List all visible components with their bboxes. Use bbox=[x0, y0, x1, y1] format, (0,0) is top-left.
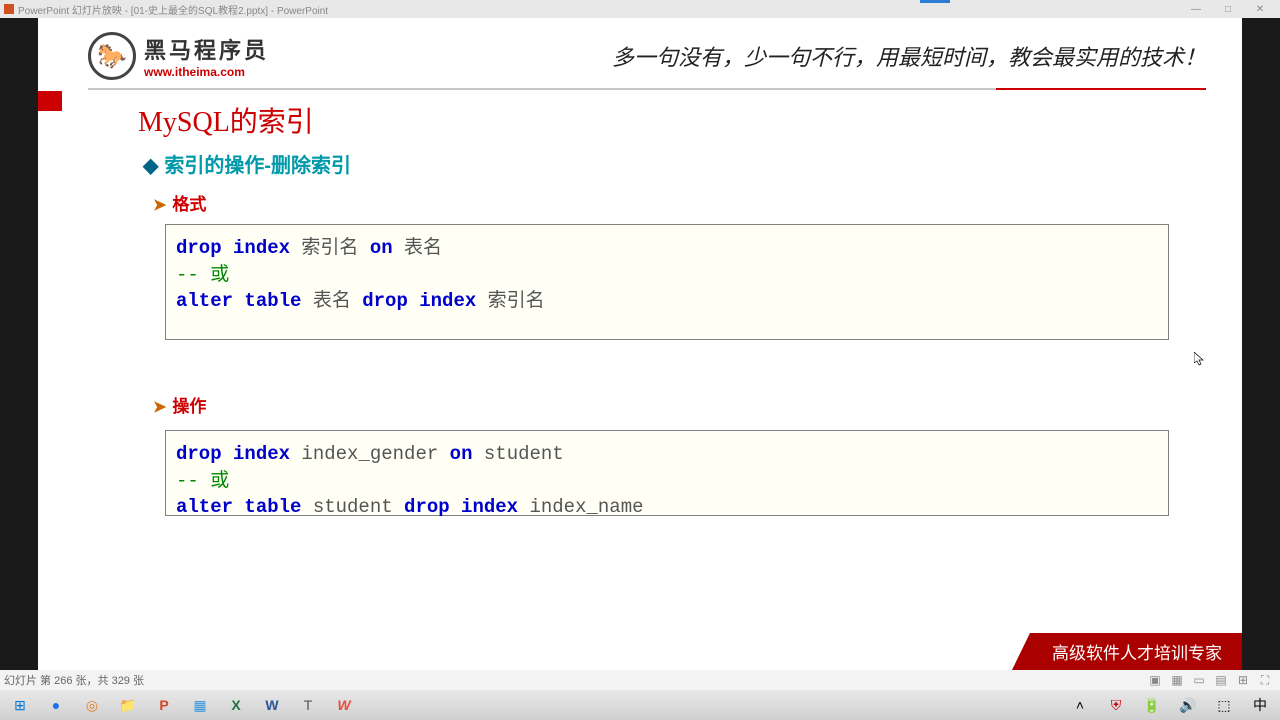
explorer-icon[interactable]: 📁 bbox=[110, 692, 146, 718]
code-block-1: drop index 索引名 on 表名 -- 或 alter table 表名… bbox=[165, 224, 1169, 340]
chrome-icon[interactable]: ● bbox=[38, 692, 74, 718]
wps-icon[interactable]: W bbox=[326, 692, 362, 718]
taskbar[interactable]: ⊞ ● ◎ 📁 P ▦ X W T W ˄ ⛨ 🔋 🔊 ⬚ 中 bbox=[0, 690, 1280, 720]
header-underline bbox=[996, 88, 1206, 90]
slide-counter: 幻灯片 第 266 张，共 329 张 bbox=[4, 672, 144, 688]
calc-icon[interactable]: ▦ bbox=[182, 692, 218, 718]
browser-icon[interactable]: ◎ bbox=[74, 692, 110, 718]
tray-ime-icon[interactable]: 中 bbox=[1242, 692, 1278, 718]
tray-shield-icon[interactable]: ⛨ bbox=[1098, 692, 1134, 718]
tray-volume-icon[interactable]: 🔊 bbox=[1170, 692, 1206, 718]
view-sorter-button[interactable]: ▦ bbox=[1166, 673, 1188, 687]
tray-battery-icon[interactable]: 🔋 bbox=[1134, 692, 1170, 718]
slide-canvas: 🐎 黑马程序员 www.itheima.com 多一句没有，少一句不行，用最短时… bbox=[38, 18, 1242, 670]
section-2-label: ➤ 操作 bbox=[153, 392, 206, 417]
slogan-text: 多一句没有，少一句不行，用最短时间，教会最实用的技术！ bbox=[612, 40, 1206, 72]
section-1-text: 格式 bbox=[172, 195, 206, 214]
code-block-2: drop index index_gender on student -- 或 … bbox=[165, 430, 1169, 516]
excel-icon[interactable]: X bbox=[218, 692, 254, 718]
slide-title: MySQL的索引 bbox=[138, 100, 314, 140]
code-line: drop index 索引名 on 表名 bbox=[176, 235, 1158, 262]
code-line: -- 或 bbox=[176, 468, 1158, 495]
slide-decor-tab bbox=[38, 91, 62, 111]
diamond-icon: ◆ bbox=[143, 155, 158, 177]
header-row: 🐎 黑马程序员 www.itheima.com 多一句没有，少一句不行，用最短时… bbox=[88, 32, 1206, 90]
maximize-button[interactable]: □ bbox=[1212, 4, 1244, 15]
chevron-icon: ➤ bbox=[153, 399, 166, 416]
text-icon[interactable]: T bbox=[290, 692, 326, 718]
view-slideshow-button[interactable]: ▤ bbox=[1210, 673, 1232, 687]
tray-up-icon[interactable]: ˄ bbox=[1062, 692, 1098, 718]
view-normal-button[interactable]: ▣ bbox=[1144, 673, 1166, 687]
code-line: alter table student drop index index_nam… bbox=[176, 494, 1158, 521]
footer-banner: 高级软件人才培训专家 bbox=[1012, 633, 1242, 670]
slide-subtitle: ◆ 索引的操作-删除索引 bbox=[143, 149, 351, 178]
close-button[interactable]: ✕ bbox=[1244, 4, 1276, 15]
section-1-label: ➤ 格式 bbox=[153, 190, 206, 215]
start-button[interactable]: ⊞ bbox=[2, 692, 38, 718]
subtitle-text: 索引的操作-删除索引 bbox=[164, 155, 351, 177]
title-accent bbox=[920, 0, 950, 3]
code-line: alter table 表名 drop index 索引名 bbox=[176, 288, 1158, 315]
logo-text-cn: 黑马程序员 bbox=[144, 33, 269, 65]
chevron-icon: ➤ bbox=[153, 197, 166, 214]
view-notes-button[interactable]: ⊞ bbox=[1232, 673, 1254, 687]
tray-network-icon[interactable]: ⬚ bbox=[1206, 692, 1242, 718]
app-icon bbox=[4, 4, 14, 14]
section-2-text: 操作 bbox=[172, 397, 206, 416]
status-bar: 幻灯片 第 266 张，共 329 张 ▣ ▦ ▭ ▤ ⊞ ⛶ bbox=[0, 670, 1280, 690]
powerpoint-icon[interactable]: P bbox=[146, 692, 182, 718]
window-titlebar: PowerPoint 幻灯片放映 - [01-史上最全的SQL教程2.pptx]… bbox=[0, 0, 1280, 18]
code-line: drop index index_gender on student bbox=[176, 441, 1158, 468]
logo-icon: 🐎 bbox=[88, 32, 136, 80]
minimize-button[interactable]: — bbox=[1180, 4, 1212, 15]
window-title: PowerPoint 幻灯片放映 - [01-史上最全的SQL教程2.pptx]… bbox=[18, 2, 328, 17]
word-icon[interactable]: W bbox=[254, 692, 290, 718]
logo-url: www.itheima.com bbox=[144, 65, 269, 79]
view-reading-button[interactable]: ▭ bbox=[1188, 673, 1210, 687]
code-line: -- 或 bbox=[176, 262, 1158, 289]
zoom-fit-button[interactable]: ⛶ bbox=[1254, 673, 1276, 688]
